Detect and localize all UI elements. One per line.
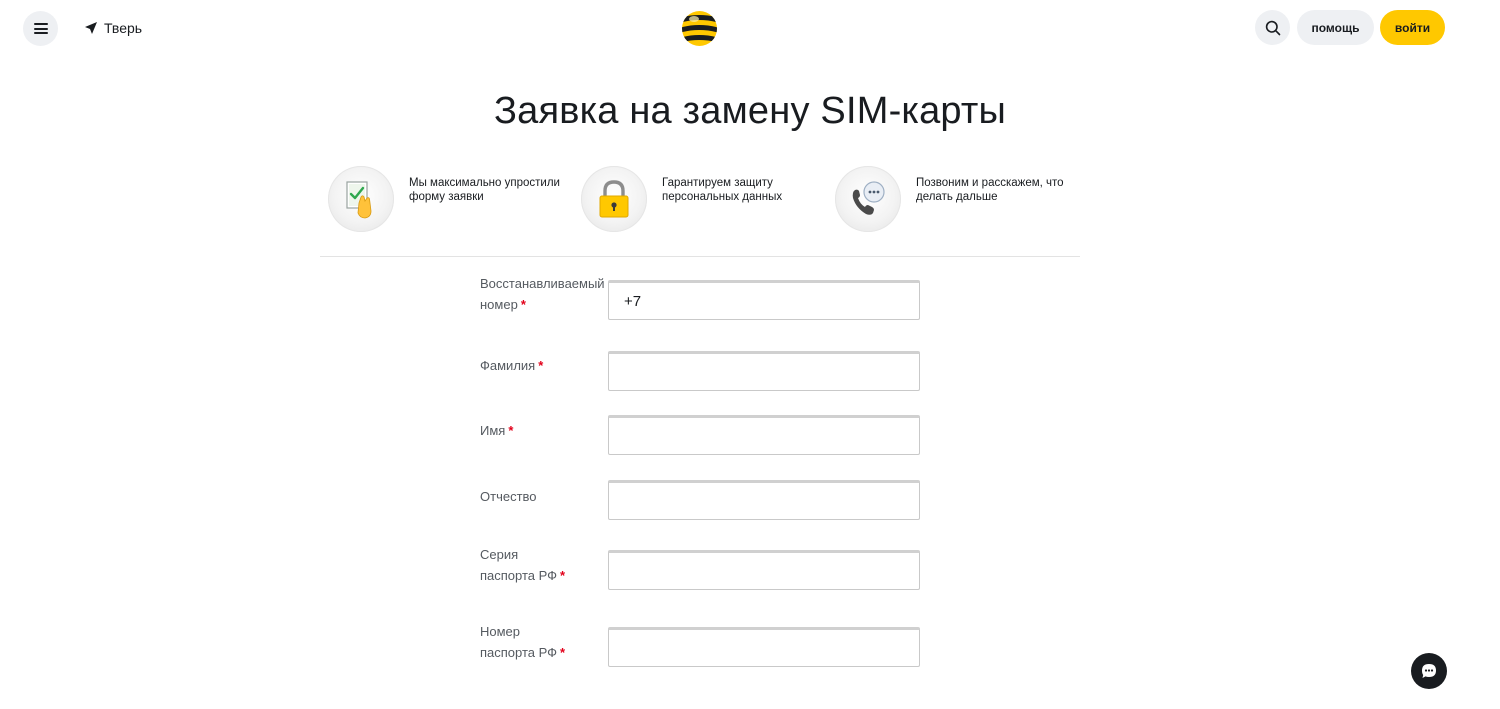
beeline-logo[interactable] <box>681 10 718 47</box>
phone-chat-icon <box>852 181 885 215</box>
required-mark: * <box>560 645 566 660</box>
feature-simple-form: Мы максимально упростили форму заявки <box>328 166 569 232</box>
feature-icon-circle <box>581 166 647 232</box>
patronymic-input[interactable] <box>608 480 920 520</box>
feature-text-line: персональных данных <box>662 191 783 203</box>
field-label-passport-series: Серия паспорта РФ * <box>480 547 566 583</box>
document-hand-check-icon <box>346 181 372 219</box>
required-mark: * <box>508 423 514 438</box>
help-button[interactable]: помощь <box>1297 10 1374 45</box>
field-label-passport-number: Номер паспорта РФ * <box>480 624 566 660</box>
search-button[interactable] <box>1255 10 1290 45</box>
feature-text-line: делать дальше <box>916 191 998 203</box>
passport-series-input[interactable] <box>608 550 920 590</box>
first-name-input[interactable] <box>608 415 920 455</box>
required-mark: * <box>560 568 566 583</box>
chat-bubble-icon <box>1422 664 1436 678</box>
login-button[interactable]: войти <box>1380 10 1445 45</box>
feature-text-line: Гарантируем защиту <box>662 177 773 189</box>
field-label-name: Имя * <box>480 423 514 438</box>
chat-button[interactable] <box>1411 653 1447 689</box>
beeline-logo-icon <box>682 11 717 46</box>
feature-icon-circle <box>328 166 394 232</box>
menu-button[interactable] <box>23 11 58 46</box>
field-label-surname: Фамилия * <box>480 358 544 373</box>
passport-number-input[interactable] <box>608 627 920 667</box>
city-label: Тверь <box>104 20 143 36</box>
hamburger-icon <box>33 23 48 34</box>
field-label-patronymic: Отчество <box>480 489 537 504</box>
field-label-phone: Восстанавливаемый номер * <box>480 276 605 312</box>
search-icon <box>1265 20 1280 35</box>
feature-text-line: Позвоним и расскажем, что <box>916 177 1064 189</box>
required-mark: * <box>520 297 526 312</box>
phone-number-input[interactable] <box>608 280 920 320</box>
feature-text-line: Мы максимально упростили <box>409 177 560 189</box>
section-divider <box>320 256 1080 257</box>
feature-icon-circle <box>835 166 901 232</box>
feature-text-line: форму заявки <box>409 191 484 203</box>
padlock-icon <box>599 180 629 218</box>
location-arrow-icon <box>85 22 97 34</box>
page-title: Заявка на замену SIM-карты <box>493 90 1007 132</box>
required-mark: * <box>538 358 544 373</box>
city-selector[interactable]: Тверь <box>84 20 142 36</box>
feature-data-protection: Гарантируем защиту персональных данных <box>581 166 822 232</box>
feature-callback: Позвоним и расскажем, что делать дальше <box>835 166 1076 232</box>
surname-input[interactable] <box>608 351 920 391</box>
